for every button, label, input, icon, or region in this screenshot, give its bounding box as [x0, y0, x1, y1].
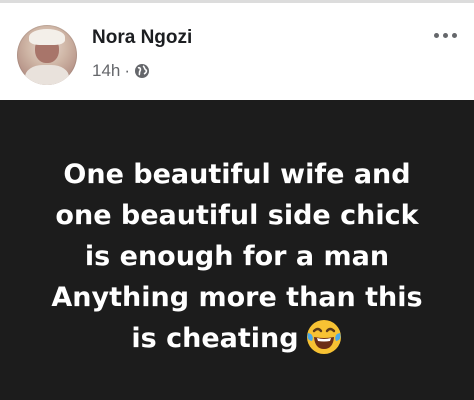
post-header: Nora Ngozi 14h · — [0, 0, 474, 100]
post-text-line: One beautiful wife and — [63, 158, 411, 190]
post-meta: 14h · — [92, 61, 150, 81]
post-text: One beautiful wife and one beautiful sid… — [51, 154, 423, 359]
post-timestamp[interactable]: 14h — [92, 61, 120, 81]
more-options-icon — [433, 32, 439, 38]
globe-icon[interactable] — [134, 63, 150, 79]
post-text-line: is cheating — [131, 322, 299, 354]
post-content[interactable]: One beautiful wife and one beautiful sid… — [0, 100, 474, 400]
post-text-line: is enough for a man — [84, 240, 390, 272]
post-text-line: one beautiful side chick — [55, 199, 419, 231]
meta-separator: · — [124, 61, 131, 80]
tears-of-joy-emoji — [306, 319, 341, 354]
post-text-line: Anything more than this — [51, 281, 423, 313]
more-options-button[interactable] — [430, 25, 460, 45]
author-avatar[interactable] — [17, 25, 77, 85]
author-name[interactable]: Nora Ngozi — [92, 27, 192, 49]
